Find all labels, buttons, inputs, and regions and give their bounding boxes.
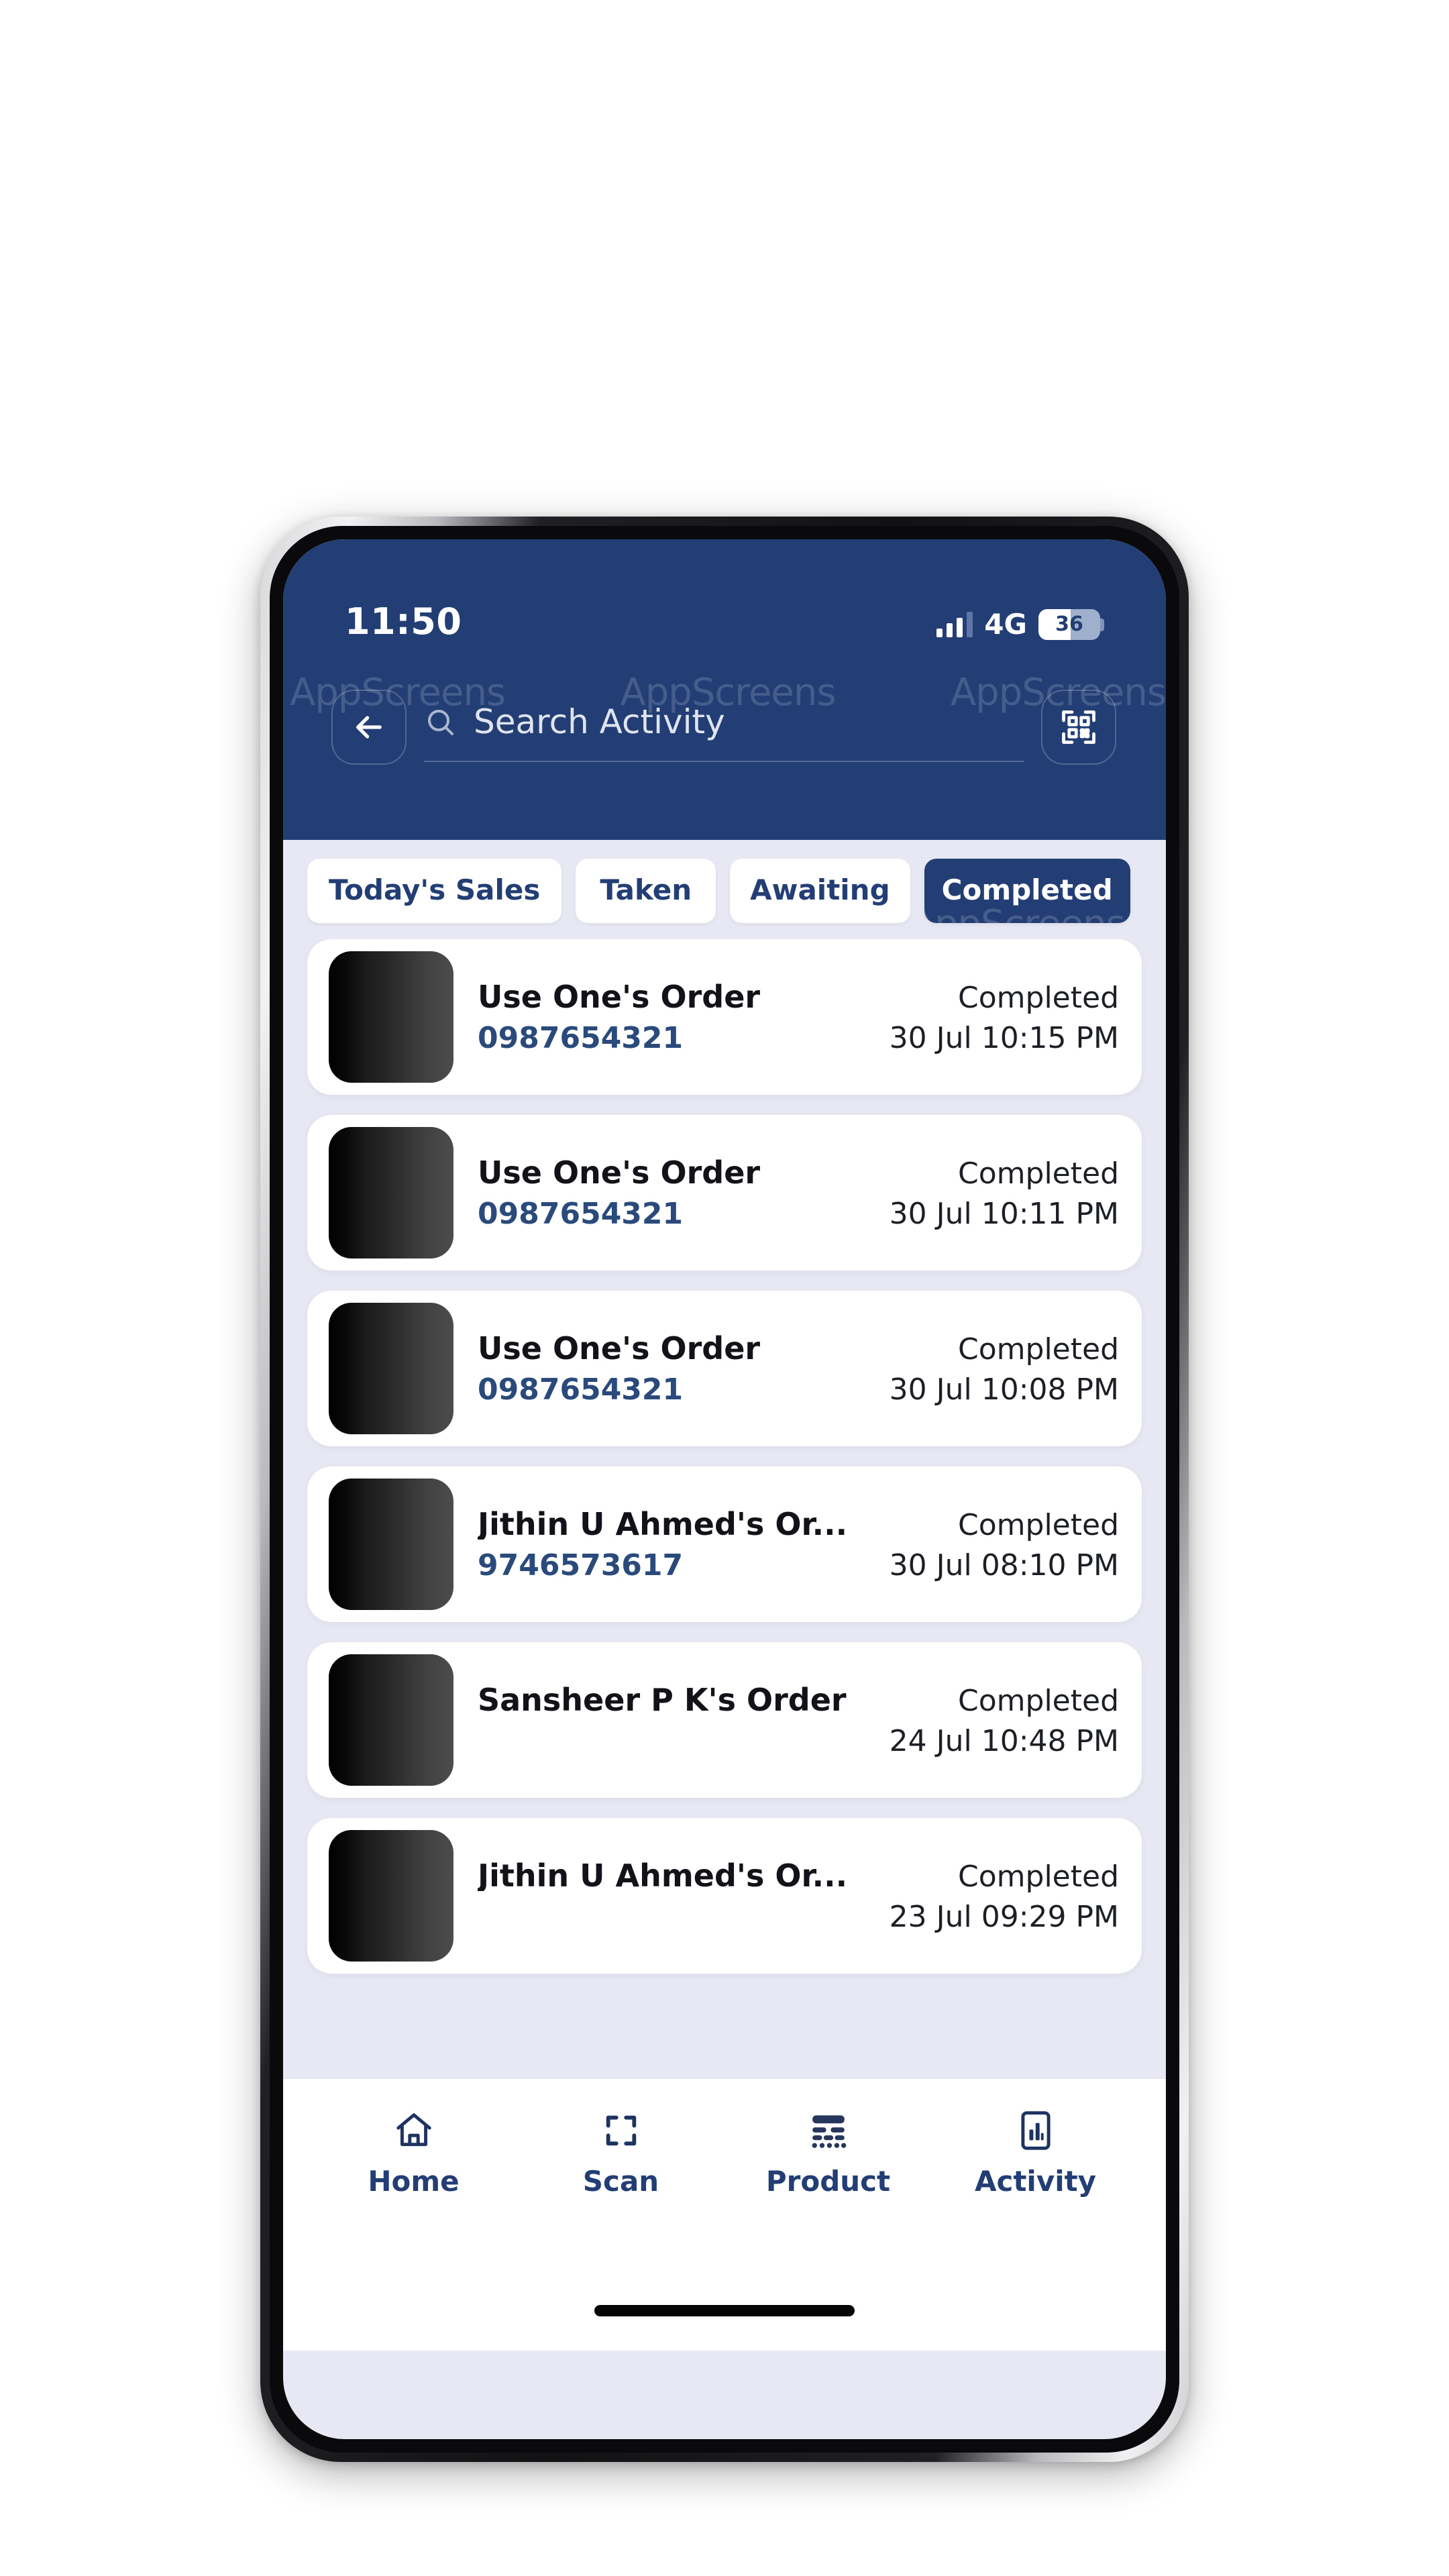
order-title: Sansheer P K's Order <box>478 1684 847 1715</box>
order-card[interactable]: Sansheer P K's Order Completed 24 Jul 10… <box>307 1642 1142 1798</box>
network-type-label: 4G <box>984 608 1027 641</box>
order-datetime: 30 Jul 10:08 PM <box>889 1372 1119 1407</box>
order-title: Jithin U Ahmed's Or... <box>478 1508 848 1540</box>
order-phone[interactable]: 0987654321 <box>478 1023 683 1053</box>
battery-tip <box>1099 618 1104 631</box>
order-card[interactable]: Use One's Order Completed 0987654321 30 … <box>307 939 1142 1095</box>
order-title: Use One's Order <box>478 1332 761 1364</box>
tab-label: Taken <box>600 873 692 906</box>
order-datetime: 23 Jul 09:29 PM <box>889 1899 1119 1934</box>
status-indicators: 4G 36 <box>936 609 1104 640</box>
order-thumbnail <box>329 1127 453 1258</box>
nav-item-scan[interactable]: Scan <box>547 2108 695 2196</box>
order-datetime: 30 Jul 08:10 PM <box>889 1548 1119 1582</box>
order-thumbnail <box>329 1303 453 1434</box>
phone-screen: 11:50 4G 36 AppScreens AppScreens AppScr… <box>260 517 1189 2462</box>
app-viewport: 11:50 4G 36 AppScreens AppScreens AppScr… <box>283 539 1166 2439</box>
search-icon <box>428 710 453 735</box>
tab-taken[interactable]: Taken <box>576 859 716 923</box>
order-status: Completed <box>958 1332 1119 1366</box>
qr-scan-icon <box>1062 710 1095 744</box>
nav-label: Product <box>765 2165 891 2198</box>
search-input[interactable]: Search Activity <box>474 705 725 739</box>
activity-list[interactable]: Use One's Order Completed 0987654321 30 … <box>283 939 1166 2078</box>
signal-bars-icon <box>936 612 973 637</box>
order-details: Use One's Order Completed 0987654321 30 … <box>478 1333 1119 1405</box>
tab-label: Awaiting <box>750 873 890 906</box>
order-details: Jithin U Ahmed's Or... Completed 23 Jul … <box>478 1860 1119 1932</box>
filter-tabs: Today's Sales Taken Awaiting AppScreens … <box>283 840 1166 939</box>
order-card[interactable]: Jithin U Ahmed's Or... Completed 23 Jul … <box>307 1818 1142 1974</box>
scan-icon <box>602 2108 641 2153</box>
order-datetime: 24 Jul 10:48 PM <box>889 1723 1119 1758</box>
order-details: Jithin U Ahmed's Or... Completed 9746573… <box>478 1509 1119 1580</box>
order-thumbnail <box>329 1654 453 1786</box>
order-details: Use One's Order Completed 0987654321 30 … <box>478 1157 1119 1229</box>
order-card[interactable]: Jithin U Ahmed's Or... Completed 9746573… <box>307 1466 1142 1622</box>
order-datetime: 30 Jul 10:15 PM <box>889 1020 1119 1055</box>
order-status: Completed <box>958 1683 1119 1718</box>
search-field[interactable]: Search Activity <box>424 692 1024 762</box>
back-arrow-icon <box>356 716 382 739</box>
order-title: Jithin U Ahmed's Or... <box>478 1860 848 1891</box>
screenshot-stage: 11:50 4G 36 AppScreens AppScreens AppScr… <box>0 0 1449 2576</box>
tab-label: Completed <box>941 873 1113 906</box>
bottom-navigation: Home Scan Product Activity <box>283 2078 1166 2270</box>
order-card[interactable]: Use One's Order Completed 0987654321 30 … <box>307 1115 1142 1271</box>
status-bar: 11:50 4G 36 <box>283 539 1166 664</box>
app-header: 11:50 4G 36 AppScreens AppScreens AppScr… <box>283 539 1166 840</box>
order-thumbnail <box>329 1830 453 1962</box>
nav-item-home[interactable]: Home <box>340 2108 488 2196</box>
nav-label: Scan <box>582 2165 659 2198</box>
status-clock: 11:50 <box>345 600 462 643</box>
qr-scan-button[interactable] <box>1041 690 1116 765</box>
header-search-row: Search Activity <box>283 660 1166 794</box>
nav-label: Activity <box>974 2165 1097 2198</box>
order-phone[interactable]: 9746573617 <box>478 1550 683 1580</box>
product-icon <box>808 2108 849 2153</box>
nav-item-product[interactable]: Product <box>755 2108 902 2196</box>
order-details: Use One's Order Completed 0987654321 30 … <box>478 981 1119 1053</box>
tab-completed[interactable]: AppScreens Completed <box>924 859 1130 923</box>
order-phone[interactable]: 0987654321 <box>478 1375 683 1405</box>
watermark-text: AppScreens <box>924 906 1126 924</box>
order-card[interactable]: Use One's Order Completed 0987654321 30 … <box>307 1291 1142 1446</box>
nav-label: Home <box>368 2165 460 2198</box>
battery-icon: 36 <box>1038 609 1104 640</box>
order-thumbnail <box>329 951 453 1083</box>
battery-percent-label: 36 <box>1055 612 1083 636</box>
order-details: Sansheer P K's Order Completed 24 Jul 10… <box>478 1684 1119 1756</box>
tab-todays-sales[interactable]: Today's Sales <box>307 859 562 923</box>
home-indicator[interactable] <box>594 2304 855 2316</box>
order-title: Use One's Order <box>478 1157 761 1188</box>
back-button[interactable] <box>331 690 407 765</box>
order-status: Completed <box>958 1507 1119 1542</box>
tab-label: Today's Sales <box>329 873 541 906</box>
order-datetime: 30 Jul 10:11 PM <box>889 1196 1119 1231</box>
order-phone[interactable]: 0987654321 <box>478 1199 683 1229</box>
order-status: Completed <box>958 1859 1119 1894</box>
nav-item-activity[interactable]: Activity <box>962 2108 1110 2196</box>
home-icon <box>393 2108 435 2153</box>
activity-icon <box>1016 2108 1055 2153</box>
order-status: Completed <box>958 980 1119 1015</box>
order-status: Completed <box>958 1156 1119 1191</box>
order-thumbnail <box>329 1479 453 1610</box>
tab-awaiting[interactable]: Awaiting <box>730 859 910 923</box>
home-indicator-area <box>283 2270 1166 2351</box>
order-title: Use One's Order <box>478 981 761 1012</box>
